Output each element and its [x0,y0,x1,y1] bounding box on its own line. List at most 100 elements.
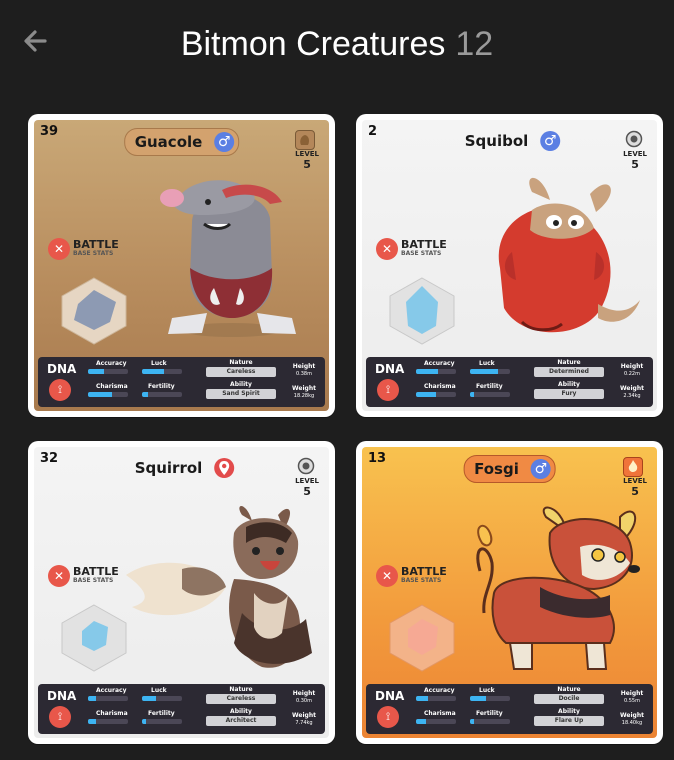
ability-label: Ability [230,381,252,388]
accuracy-fill [88,696,96,701]
dna-icon: ⟟ [377,379,399,401]
creature-card[interactable]: 13 Fosgi ♂ LEVEL 5 ✕ BATTLE BASE STATS D… [356,441,663,744]
accuracy-bar [416,369,456,374]
luck-label: Luck [479,360,495,367]
creature-card[interactable]: 32 Squirrol LEVEL 5 ✕ BATTLEBASE STATS [28,441,335,744]
level-label: LEVEL [295,477,319,485]
accuracy-fill [416,696,428,701]
nature-value: Determined [534,367,604,377]
luck-label: Luck [151,360,167,367]
ability-label: Ability [558,708,580,715]
height-label: Height [292,363,316,370]
height-value: 0.38m [295,371,312,377]
fertility-label: Fertility [476,383,503,390]
charisma-label: Charisma [424,383,456,390]
nature-ability-group: Nature Determined Ability Fury [530,357,608,407]
level-label: LEVEL [295,150,319,158]
battle-stats-header: ✕ BATTLE BASE STATS [376,565,447,587]
accuracy-label: Accuracy [424,687,455,694]
dna-icon: ⟟ [377,706,399,728]
card-background: 2 Squibol ♂ LEVEL 5 ✕ BATTLEBASE STATS [362,120,657,411]
creature-name: Squirrol [134,459,203,477]
nature-value: Careless [206,367,276,377]
level-badge: LEVEL 5 [623,150,647,171]
male-icon: ♂ [214,132,235,152]
ability-value: Fury [534,389,604,399]
weight-label: Weight [620,712,644,719]
luck-bar [142,369,182,374]
luck-label: Luck [151,687,167,694]
luck-fill [470,369,498,374]
dna-label: DNA [375,689,405,703]
dna-panel: DNA ⟟ Accuracy Luck Charisma Fertility N… [38,684,325,734]
luck-fill [470,696,486,701]
luck-bar [142,696,182,701]
luck-bar [470,696,510,701]
fertility-bar [142,392,182,397]
creature-card[interactable]: 39 Guacole ♂ LEVEL 5 ✕ BATTLEBASE STATS [28,114,335,417]
nature-label: Nature [557,686,581,693]
page-title-wrap: Bitmon Creatures 12 [0,22,674,66]
level-value: 5 [303,485,311,498]
accuracy-label: Accuracy [424,360,455,367]
battle-sub-label: BASE STATS [73,250,114,257]
weight-value: 18.28kg [293,393,315,399]
stats-radar-chart [389,604,455,672]
creature-name: Fosgi [474,460,519,478]
luck-bar [470,369,510,374]
level-label: LEVEL [623,150,647,158]
creature-number: 39 [40,124,59,139]
luck-fill [142,369,164,374]
dna-label: DNA [47,689,77,703]
creature-card[interactable]: 2 Squibol ♂ LEVEL 5 ✕ BATTLEBASE STATS [356,114,663,417]
ability-label: Ability [230,708,252,715]
battle-icon: ✕ [376,565,398,587]
dna-label: DNA [375,362,405,376]
charisma-fill [88,392,112,397]
dna-panel: DNA ⟟ Accuracy Luck Charisma Fertility N… [366,357,653,407]
nature-label: Nature [229,686,253,693]
accuracy-fill [88,369,104,374]
nature-label: Nature [229,359,253,366]
weight-value: 2.34kg [623,393,641,399]
ability-value: Architect [206,716,276,726]
nature-ability-group: Nature Careless Ability Architect [202,684,280,734]
accuracy-bar [416,696,456,701]
height-value: 0.55m [623,698,640,704]
male-icon: ♂ [530,459,551,479]
dna-panel: DNA ⟟ Accuracy Luck Charisma Fertility N… [38,357,325,407]
charisma-bar [88,719,128,724]
battle-sub-label: BASE STATS [73,577,114,584]
male-icon: ♂ [540,131,561,151]
ability-value: Sand Spirit [206,389,276,399]
fertility-bar [470,719,510,724]
charisma-bar [416,719,456,724]
normal-type-icon [297,457,315,475]
nature-ability-group: Nature Docile Ability Flare Up [530,684,608,734]
charisma-fill [416,392,436,397]
fertility-fill [470,392,474,397]
rock-type-icon [295,130,315,150]
fertility-bar [142,719,182,724]
creature-number: 13 [368,451,387,466]
card-background: 13 Fosgi ♂ LEVEL 5 ✕ BATTLE BASE STATS D… [362,447,657,738]
charisma-bar [416,392,456,397]
creature-illustration [498,177,640,333]
level-label: LEVEL [623,477,647,485]
height-label: Height [620,363,644,370]
charisma-label: Charisma [424,710,456,717]
fertility-fill [470,719,474,724]
dna-label: DNA [47,362,77,376]
accuracy-label: Accuracy [96,360,127,367]
battle-stats-header: ✕ BATTLE BASE STATS [376,238,447,260]
level-value: 5 [631,158,639,171]
card-background: 32 Squirrol LEVEL 5 ✕ BATTLEBASE STATS [34,447,329,738]
ability-label: Ability [558,381,580,388]
card-background: 39 Guacole ♂ LEVEL 5 ✕ BATTLEBASE STATS [34,120,329,411]
dna-icon: ⟟ [49,706,71,728]
fertility-label: Fertility [476,710,503,717]
height-label: Height [620,690,644,697]
creature-illustration [126,505,312,668]
fertility-label: Fertility [148,710,175,717]
battle-stats-header: ✕ BATTLE BASE STATS [48,238,119,260]
